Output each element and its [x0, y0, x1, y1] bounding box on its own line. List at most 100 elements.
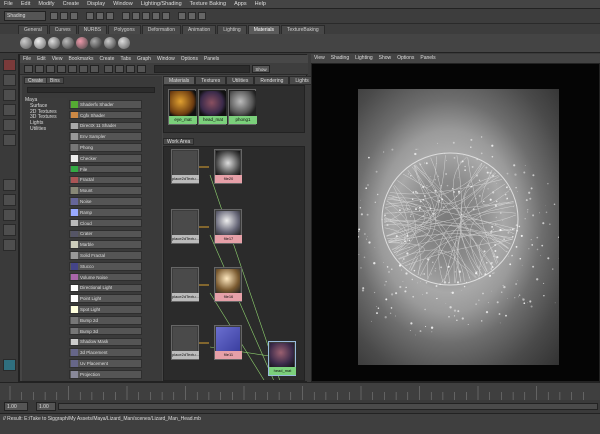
material-swatch-eye[interactable]: eye_mat — [168, 89, 197, 125]
layout-icon[interactable] — [35, 65, 44, 73]
menu-help[interactable]: Help — [251, 1, 270, 7]
tab-materials[interactable]: Materials — [163, 76, 196, 85]
paint-select-icon[interactable] — [3, 89, 16, 101]
command-line[interactable]: // Result: E:/Take to Siggraph/My Assets… — [0, 413, 600, 434]
snap-plane-icon[interactable] — [152, 12, 160, 20]
shelf-surface-shader-icon[interactable] — [76, 37, 88, 49]
hs-menu-tabs[interactable]: Tabs — [117, 55, 134, 63]
show-button[interactable]: Show — [252, 65, 270, 73]
snap-surface-icon[interactable] — [162, 12, 170, 20]
menu-modify[interactable]: Modify — [34, 1, 58, 7]
current-time-field[interactable]: 1.00 — [36, 402, 56, 411]
vp-menu-panels[interactable]: Panels — [417, 54, 438, 63]
node-item[interactable]: Solid Fractal — [69, 251, 142, 260]
vp-menu-lighting[interactable]: Lighting — [352, 54, 376, 63]
node-item[interactable]: DirectX 11 Shader — [69, 121, 142, 131]
snap-point-icon[interactable] — [142, 12, 150, 20]
menu-edit[interactable]: Edit — [17, 1, 34, 7]
shelf-layered-icon[interactable] — [118, 37, 130, 49]
material-swatch-phong[interactable]: phong1 — [228, 89, 257, 125]
node-item[interactable]: Bump 3d — [69, 326, 142, 336]
hs-menu-bookmarks[interactable]: Bookmarks — [65, 55, 96, 63]
node-item[interactable]: Noise — [69, 197, 142, 206]
graph-node[interactable]: place2dTextu... — [171, 267, 199, 302]
node-item[interactable]: Cloud — [69, 218, 142, 228]
vp-menu-shading[interactable]: Shading — [328, 54, 352, 63]
snap-curve-icon[interactable] — [132, 12, 140, 20]
range-bar[interactable] — [58, 403, 598, 410]
node-item[interactable]: Bump 2d — [69, 316, 142, 325]
graph-node[interactable]: place2dTextu... — [171, 209, 199, 244]
render-settings-icon[interactable] — [198, 12, 206, 20]
shelf-tab-deformation[interactable]: Deformation — [141, 25, 181, 34]
hs-menu-graph[interactable]: Graph — [134, 55, 154, 63]
shelf-tab-general[interactable]: General — [18, 25, 48, 34]
graph-node[interactable]: file20 — [214, 149, 242, 184]
menu-display[interactable]: Display — [83, 1, 109, 7]
graph-node[interactable]: file16 — [214, 267, 242, 302]
hs-menu-file[interactable]: File — [20, 55, 34, 63]
node-item[interactable]: Mount — [69, 186, 142, 195]
tree-item-utilities[interactable]: Utilities — [23, 126, 67, 133]
node-item[interactable]: Phong — [69, 143, 142, 152]
save-scene-icon[interactable] — [70, 12, 78, 20]
tab-textures[interactable]: Textures — [195, 76, 227, 85]
graph-upstream-icon[interactable] — [46, 65, 55, 73]
shelf-misss-icon[interactable] — [104, 37, 116, 49]
graph-node[interactable]: place2dTextu... — [171, 325, 199, 360]
graph-node[interactable]: place2dTextu... — [171, 149, 199, 184]
shelf-tab-materials[interactable]: Materials — [247, 25, 281, 34]
vp-menu-view[interactable]: View — [311, 54, 328, 63]
graph-downstream-icon[interactable] — [57, 65, 66, 73]
vp-menu-show[interactable]: Show — [376, 54, 395, 63]
menu-file[interactable]: File — [0, 1, 17, 7]
menu-lighting-shading[interactable]: Lighting/Shading — [137, 1, 186, 7]
node-item[interactable]: Stucco — [69, 262, 142, 271]
shelf-lambert-icon[interactable] — [62, 37, 74, 49]
node-item[interactable]: Uv Placement — [69, 359, 142, 368]
render-view-icon[interactable] — [3, 359, 16, 371]
hs-menu-create[interactable]: Create — [96, 55, 117, 63]
render-viewport[interactable] — [311, 63, 600, 382]
select-component-icon[interactable] — [106, 12, 114, 20]
node-item[interactable]: Spot Light — [69, 305, 142, 314]
lasso-tool-icon[interactable] — [3, 74, 16, 86]
hs-menu-window[interactable]: Window — [154, 55, 178, 63]
tab-utilities[interactable]: Utilities — [226, 76, 255, 85]
frame-selected-icon[interactable] — [137, 65, 146, 73]
node-item[interactable]: 3d Placement — [69, 348, 142, 357]
node-item[interactable]: Env Sampler — [69, 132, 142, 141]
tab-bins[interactable]: Bins — [46, 77, 64, 84]
work-area-tab[interactable]: Work Area — [163, 138, 195, 145]
hs-menu-edit[interactable]: Edit — [34, 55, 49, 63]
node-item[interactable]: Shadow Mask — [69, 337, 142, 347]
render-frame-icon[interactable] — [178, 12, 186, 20]
start-time-field[interactable]: 1.00 — [4, 402, 28, 411]
graph-node[interactable]: file11 — [214, 325, 242, 360]
frame-all-icon[interactable] — [126, 65, 135, 73]
material-swatch-head[interactable]: head_mat — [198, 89, 227, 125]
input-output-icon[interactable] — [115, 65, 124, 73]
node-item[interactable]: Volume Noise — [69, 272, 142, 282]
hypershade-search-input[interactable] — [154, 65, 250, 73]
node-item[interactable]: File — [69, 164, 142, 174]
layout-graph-icon[interactable] — [3, 239, 16, 251]
node-item[interactable]: Shaderfx Shader — [69, 100, 142, 109]
open-scene-icon[interactable] — [60, 12, 68, 20]
hs-menu-options[interactable]: Options — [178, 55, 201, 63]
menu-window[interactable]: Window — [109, 1, 137, 7]
graph-node[interactable]: file17 — [214, 209, 242, 244]
shelf-tab-texturebaking[interactable]: TextureBaking — [281, 25, 325, 34]
toggle-panel-icon[interactable] — [24, 65, 33, 73]
snap-grid-icon[interactable] — [122, 12, 130, 20]
menu-create[interactable]: Create — [59, 1, 84, 7]
work-area[interactable]: place2dTextu... file20 place2dTextu... file… — [163, 146, 305, 381]
select-hierarchy-icon[interactable] — [86, 12, 94, 20]
node-item[interactable]: Fractal — [69, 175, 142, 185]
clear-graph-icon[interactable] — [79, 65, 88, 73]
layout-single-icon[interactable] — [3, 179, 16, 191]
node-item[interactable]: Crater — [69, 229, 142, 239]
layout-four-icon[interactable] — [3, 194, 16, 206]
graph-node-head-mat[interactable]: head_mat — [268, 341, 296, 376]
hs-menu-panels[interactable]: Panels — [201, 55, 222, 63]
